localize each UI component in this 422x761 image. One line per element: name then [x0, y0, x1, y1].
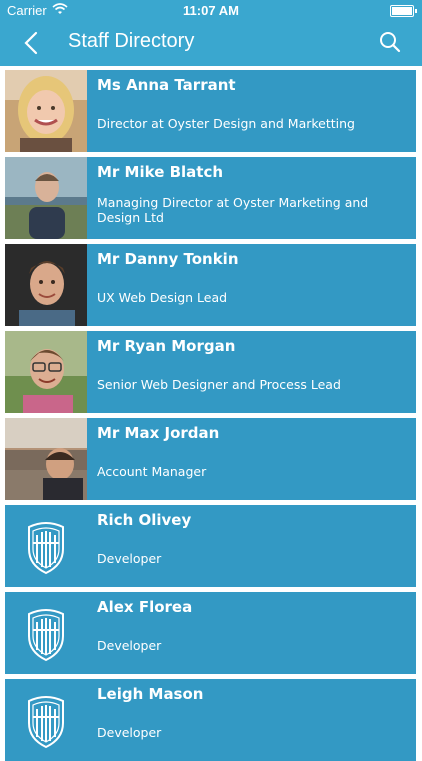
avatar [5, 70, 87, 152]
staff-role: Director at Oyster Design and Marketting [97, 116, 355, 131]
shield-icon [5, 592, 87, 674]
staff-role: UX Web Design Lead [97, 290, 228, 305]
staff-row[interactable]: Ms Anna Tarrant Director at Oyster Desig… [5, 70, 416, 152]
staff-role: Developer [97, 638, 162, 653]
staff-role: Developer [97, 551, 162, 566]
avatar [5, 244, 87, 326]
staff-row[interactable]: Mr Max Jordan Account Manager [5, 418, 416, 500]
shield-icon [5, 505, 87, 587]
search-icon [380, 32, 401, 53]
staff-name: Leigh Mason [97, 685, 204, 703]
status-bar: Carrier 11:07 AM [0, 0, 422, 20]
avatar [5, 331, 87, 413]
staff-role: Senior Web Designer and Process Lead [97, 377, 341, 392]
staff-role: Account Manager [97, 464, 207, 479]
staff-row[interactable]: Mr Mike Blatch Managing Director at Oyst… [5, 157, 416, 239]
staff-row[interactable]: Alex Florea Developer [5, 592, 416, 674]
staff-row[interactable]: Mr Ryan Morgan Senior Web Designer and P… [5, 331, 416, 413]
search-button[interactable] [378, 30, 402, 54]
staff-name: Mr Mike Blatch [97, 163, 224, 181]
page-title: Staff Directory [68, 30, 195, 52]
staff-role: Developer [97, 725, 162, 740]
back-button[interactable] [20, 30, 44, 56]
staff-name: Alex Florea [97, 598, 193, 616]
staff-name: Rich Olivey [97, 511, 192, 529]
chevron-left-icon [24, 31, 38, 55]
avatar [5, 418, 87, 500]
staff-row[interactable]: Mr Danny Tonkin UX Web Design Lead [5, 244, 416, 326]
avatar [5, 157, 87, 239]
navigation-bar: Staff Directory [0, 20, 422, 66]
staff-row[interactable]: Rich Olivey Developer [5, 505, 416, 587]
staff-role: Managing Director at Oyster Marketing an… [97, 195, 369, 225]
battery-icon [390, 5, 417, 17]
staff-name: Mr Max Jordan [97, 424, 220, 442]
staff-name: Mr Ryan Morgan [97, 337, 236, 355]
staff-row[interactable]: Leigh Mason Developer [5, 679, 416, 761]
shield-icon [5, 679, 87, 761]
staff-name: Mr Danny Tonkin [97, 250, 239, 268]
clock-label: 11:07 AM [183, 3, 239, 18]
staff-name: Ms Anna Tarrant [97, 76, 236, 94]
